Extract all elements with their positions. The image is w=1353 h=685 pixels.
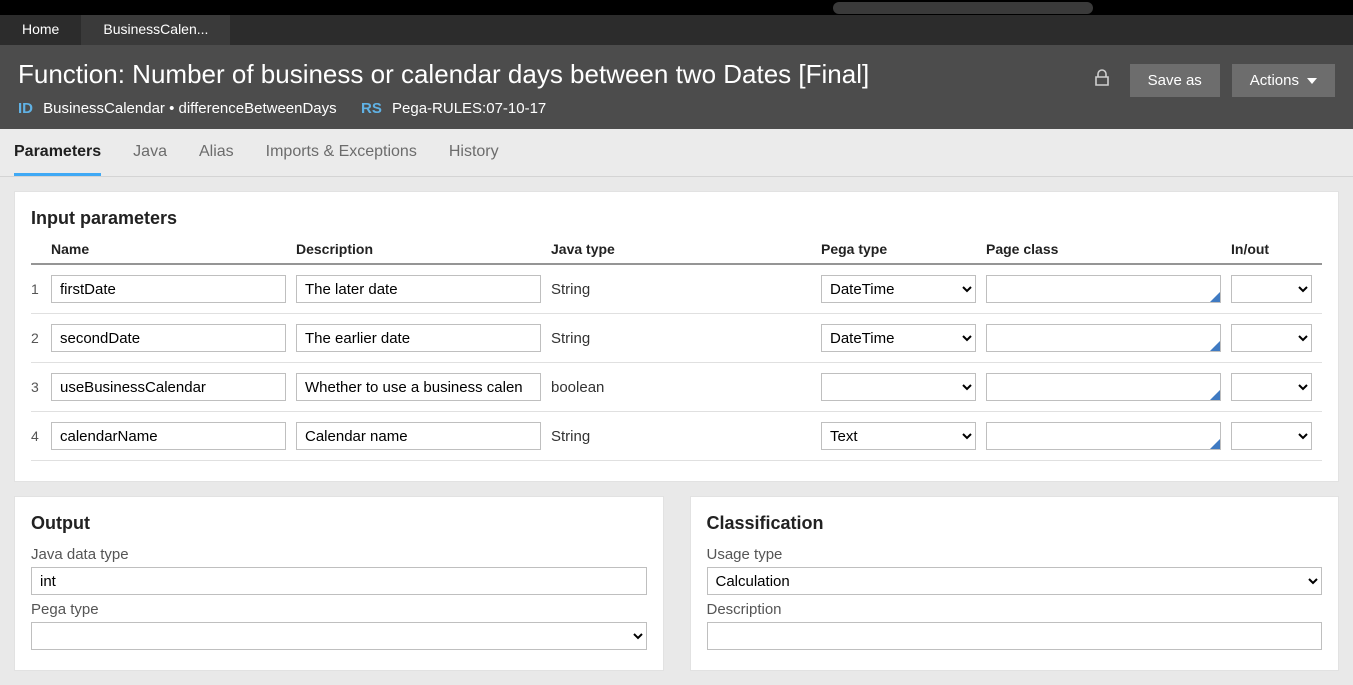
param-inout-select[interactable] — [1231, 422, 1312, 450]
param-pega-type-select[interactable]: Text — [821, 422, 976, 450]
actions-menu-button[interactable]: Actions — [1232, 64, 1335, 97]
rule-form-tabs: Parameters Java Alias Imports & Exceptio… — [0, 129, 1353, 177]
row-index: 1 — [31, 281, 51, 297]
param-page-class-input[interactable] — [986, 275, 1221, 303]
tab-parameters[interactable]: Parameters — [14, 129, 101, 176]
classification-heading: Classification — [707, 513, 1323, 534]
param-name-input[interactable] — [51, 324, 286, 352]
input-param-row: 1 String DateTime — [31, 265, 1322, 314]
classification-description-input[interactable] — [707, 622, 1323, 650]
input-param-row: 3 boolean — [31, 363, 1322, 412]
param-pega-type-select[interactable]: DateTime — [821, 275, 976, 303]
output-pega-type-label: Pega type — [31, 601, 647, 618]
lock-icon — [1086, 63, 1118, 98]
rs-value: Pega-RULES:07-10-17 — [392, 100, 546, 117]
col-name: Name — [51, 241, 296, 257]
col-page-class: Page class — [986, 241, 1231, 257]
param-pega-type-select[interactable] — [821, 373, 976, 401]
input-param-row: 2 String DateTime — [31, 314, 1322, 363]
param-inout-select[interactable] — [1231, 373, 1312, 401]
id-value: BusinessCalendar • differenceBetweenDays — [43, 100, 336, 117]
rule-meta: ID BusinessCalendar • differenceBetweenD… — [18, 100, 869, 117]
input-parameters-panel: Input parameters Name Description Java t… — [14, 191, 1339, 482]
param-name-input[interactable] — [51, 422, 286, 450]
output-pega-type-select[interactable] — [31, 622, 647, 650]
output-panel: Output Java data type Pega type — [14, 496, 664, 671]
java-data-type-label: Java data type — [31, 546, 647, 563]
row-index: 3 — [31, 379, 51, 395]
param-description-input[interactable] — [296, 422, 541, 450]
param-java-type: String — [551, 330, 590, 347]
col-java-type: Java type — [551, 241, 821, 257]
java-data-type-input[interactable] — [31, 567, 647, 595]
rs-label: RS — [361, 100, 382, 117]
tab-imports-exceptions[interactable]: Imports & Exceptions — [266, 129, 417, 176]
param-java-type: String — [551, 428, 590, 445]
input-param-row: 4 String Text — [31, 412, 1322, 461]
save-as-button[interactable]: Save as — [1130, 64, 1220, 97]
param-inout-select[interactable] — [1231, 275, 1312, 303]
tab-history[interactable]: History — [449, 129, 499, 176]
id-label: ID — [18, 100, 33, 117]
row-index: 4 — [31, 428, 51, 444]
param-pega-type-select[interactable]: DateTime — [821, 324, 976, 352]
rule-title: Function: Number of business or calendar… — [18, 59, 869, 90]
tab-current-rule[interactable]: BusinessCalen... — [81, 15, 230, 45]
col-in-out: In/out — [1231, 241, 1322, 257]
workspace-tabs: Home BusinessCalen... — [0, 15, 1353, 45]
classification-description-label: Description — [707, 601, 1323, 618]
param-page-class-input[interactable] — [986, 422, 1221, 450]
param-description-input[interactable] — [296, 324, 541, 352]
row-index: 2 — [31, 330, 51, 346]
tab-alias[interactable]: Alias — [199, 129, 234, 176]
tab-home[interactable]: Home — [0, 15, 81, 45]
param-page-class-input[interactable] — [986, 324, 1221, 352]
param-java-type: String — [551, 281, 590, 298]
output-heading: Output — [31, 513, 647, 534]
param-name-input[interactable] — [51, 275, 286, 303]
usage-type-select[interactable]: Calculation — [707, 567, 1323, 595]
col-description: Description — [296, 241, 551, 257]
col-pega-type: Pega type — [821, 241, 986, 257]
input-parameters-heading: Input parameters — [31, 208, 1322, 229]
param-description-input[interactable] — [296, 275, 541, 303]
param-name-input[interactable] — [51, 373, 286, 401]
classification-panel: Classification Usage type Calculation De… — [690, 496, 1340, 671]
param-java-type: boolean — [551, 379, 604, 396]
tab-java[interactable]: Java — [133, 129, 167, 176]
rule-header: Function: Number of business or calendar… — [0, 45, 1353, 129]
global-search[interactable] — [833, 2, 1093, 14]
param-inout-select[interactable] — [1231, 324, 1312, 352]
app-topbar — [0, 0, 1353, 15]
param-page-class-input[interactable] — [986, 373, 1221, 401]
usage-type-label: Usage type — [707, 546, 1323, 563]
input-parameters-header-row: Name Description Java type Pega type Pag… — [31, 241, 1322, 265]
param-description-input[interactable] — [296, 373, 541, 401]
